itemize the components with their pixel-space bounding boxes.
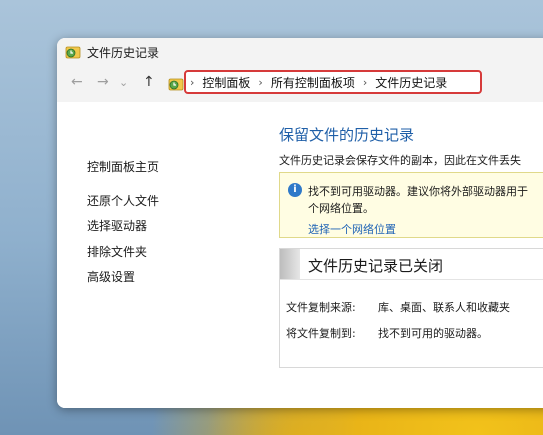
window-title: 文件历史记录: [87, 46, 160, 60]
copy-source-label: 文件复制来源:: [286, 301, 356, 314]
breadcrumb-file-history[interactable]: 文件历史记录: [375, 74, 447, 91]
status-title: 文件历史记录已关闭: [308, 257, 444, 275]
select-network-location-link[interactable]: 选择一个网络位置: [308, 221, 396, 237]
back-arrow-icon[interactable]: ←: [71, 74, 83, 90]
file-history-icon: [65, 46, 81, 59]
page-title: 保留文件的历史记录: [279, 126, 415, 144]
status-indicator-bar: [280, 249, 300, 279]
sidebar-item-control-panel-home[interactable]: 控制面板主页: [87, 158, 159, 175]
sidebar-item-advanced-settings[interactable]: 高级设置: [87, 268, 135, 285]
status-panel: 文件历史记录已关闭 文件复制来源: 库、桌面、联系人和收藏夹 将文件复制到: 找…: [279, 248, 543, 368]
address-file-history-icon: [168, 78, 184, 91]
forward-arrow-icon[interactable]: →: [97, 74, 109, 90]
info-notice: i 找不到可用驱动器。建议你将外部驱动器用于 个网络位置。 选择一个网络位置: [279, 172, 543, 238]
info-message-line2: 个网络位置。: [308, 202, 374, 215]
sidebar-item-exclude-folders[interactable]: 排除文件夹: [87, 243, 147, 260]
breadcrumb-separator-icon[interactable]: ›: [190, 76, 194, 89]
info-message-line1: 找不到可用驱动器。建议你将外部驱动器用于: [308, 185, 528, 198]
info-icon: i: [288, 183, 302, 197]
breadcrumb-control-panel[interactable]: 控制面板: [202, 74, 250, 91]
file-history-window: 文件历史记录 ← → ⌄ ↑ › 控制面板 › 所有控制面板项 › 文件历史记录…: [57, 38, 543, 408]
copy-destination-value: 找不到可用的驱动器。: [378, 327, 488, 340]
recent-locations-chevron-icon[interactable]: ⌄: [119, 76, 128, 89]
address-bar[interactable]: › 控制面板 › 所有控制面板项 › 文件历史记录: [184, 70, 482, 94]
breadcrumb-all-items[interactable]: 所有控制面板项: [271, 74, 355, 91]
page-description: 文件历史记录会保存文件的副本，因此在文件丢失: [279, 154, 521, 167]
copy-destination-label: 将文件复制到:: [286, 327, 356, 340]
status-header: 文件历史记录已关闭: [280, 249, 543, 280]
title-bar[interactable]: 文件历史记录: [57, 38, 543, 66]
sidebar-item-select-drive[interactable]: 选择驱动器: [87, 217, 147, 234]
breadcrumb-separator-icon[interactable]: ›: [258, 76, 262, 89]
up-arrow-icon[interactable]: ↑: [143, 74, 155, 90]
navigation-bar: ← → ⌄ ↑ › 控制面板 › 所有控制面板项 › 文件历史记录: [57, 66, 543, 102]
copy-source-value: 库、桌面、联系人和收藏夹: [378, 301, 510, 314]
breadcrumb-separator-icon[interactable]: ›: [363, 76, 367, 89]
sidebar-item-restore-files[interactable]: 还原个人文件: [87, 192, 159, 209]
content-area: 控制面板主页 还原个人文件 选择驱动器 排除文件夹 高级设置 保留文件的历史记录…: [57, 102, 543, 408]
